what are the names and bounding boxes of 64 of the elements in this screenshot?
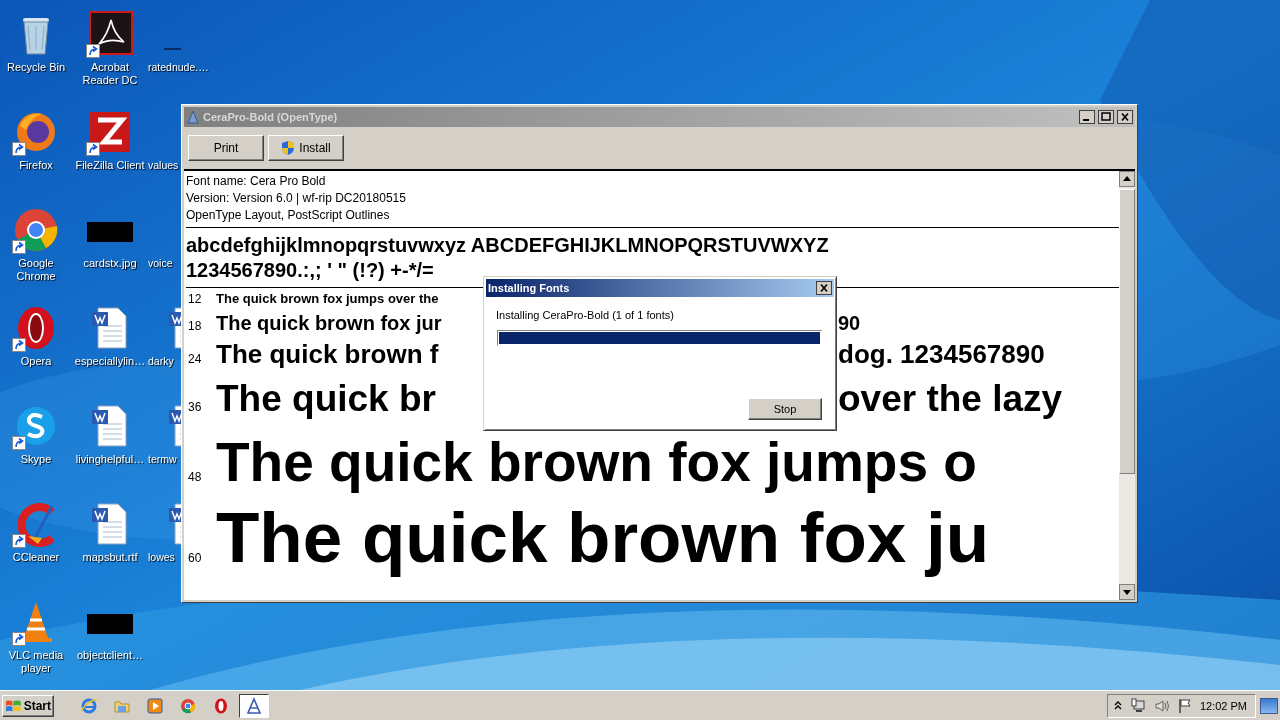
stop-button[interactable]: Stop [748, 398, 822, 420]
point-size: 12 [187, 291, 203, 308]
sample-text: The quick br [216, 378, 436, 419]
sample-text: The quick brown fox jumps over the [216, 290, 439, 308]
icon-label[interactable]: FileZilla Client [75, 159, 145, 172]
scrollbar-thumb[interactable] [1119, 189, 1135, 474]
icon-label[interactable]: termw [148, 453, 177, 466]
font-info: Font name: Cera Pro Bold Version: Version 6.0 | wf-rip DC20180515 OpenType Layout, PostScript Outlines [186, 171, 1119, 228]
sample-text: over the lazy [838, 377, 1063, 421]
sample-text: The quick brown fox ju [216, 498, 990, 578]
flag-icon[interactable] [1177, 697, 1192, 714]
dialog-title: Installing Fonts [488, 282, 571, 294]
icon-label[interactable]: voice [148, 257, 173, 270]
icon-label[interactable]: Recycle Bin [6, 61, 66, 74]
icon-label[interactable]: livinghelpful… [75, 453, 145, 466]
sample-text: The quick brown f [216, 339, 439, 369]
point-size: 60 [187, 550, 203, 567]
sample-text: dog. 1234567890 [838, 338, 1045, 371]
install-button[interactable]: Install [268, 135, 344, 161]
icon-label[interactable]: darky [148, 355, 174, 368]
pdf-icon[interactable] [86, 10, 134, 58]
shield-icon [281, 140, 296, 156]
network-icon[interactable] [1129, 697, 1146, 714]
close-button[interactable] [816, 281, 832, 295]
minimize-button[interactable] [1079, 110, 1095, 124]
character-set-line: abcdefghijklmnopqrstuvwxyz ABCDEFGHIJKLMNOPQRSTUVWXYZ [186, 233, 830, 258]
point-size: 48 [187, 469, 203, 486]
maximize-button[interactable] [1098, 110, 1114, 124]
sample-text: 90 [838, 311, 861, 336]
icon-label[interactable]: Skype [20, 453, 52, 466]
sample-text: The quick brown fox jumps o [216, 430, 977, 495]
point-size: 18 [187, 318, 203, 335]
close-button[interactable] [1117, 110, 1133, 124]
clock[interactable]: 12:02 PM [1199, 699, 1247, 712]
chevron-up-icon[interactable] [1113, 700, 1122, 711]
point-size: 24 [187, 351, 203, 368]
start-button[interactable]: Start [2, 694, 54, 717]
status-message: Installing CeraPro-Bold (1 of 1 fonts) [496, 309, 675, 321]
icon-label[interactable]: ratednude.… [148, 61, 209, 74]
icon-label[interactable]: Firefox [19, 159, 53, 172]
taskbar-fontviewer-icon[interactable] [239, 693, 269, 718]
scroll-down-icon[interactable] [1119, 584, 1135, 600]
icon-label[interactable]: VLC media player [0, 649, 72, 675]
icon-label[interactable]: objectclient… [76, 649, 143, 662]
icon-label[interactable]: lowes [148, 551, 175, 564]
icon-label[interactable]: especiallylin… [74, 355, 146, 368]
speaker-icon[interactable] [1153, 697, 1170, 714]
icon-label[interactable]: values [148, 159, 179, 172]
print-button[interactable]: Print [188, 135, 264, 161]
icon-label[interactable]: mapsbut.rtf [82, 551, 138, 564]
icon-label[interactable]: Acrobat Reader DC [74, 61, 146, 87]
point-size: 36 [187, 399, 203, 416]
icon-label[interactable]: Opera [20, 355, 52, 368]
scroll-up-icon[interactable] [1119, 171, 1135, 187]
windows-logo-icon [5, 697, 22, 714]
window-title: CeraPro-Bold (OpenType) [203, 111, 339, 123]
icon-label[interactable]: Google Chrome [0, 257, 72, 283]
show-desktop-button[interactable] [1260, 697, 1278, 714]
icon-label[interactable]: cardstx.jpg [83, 257, 137, 270]
font-app-icon [186, 110, 200, 124]
sample-text: The quick brown fox jur [216, 312, 442, 334]
character-set-line: 1234567890.:,; ' " (!?) +-*/= [186, 258, 435, 283]
chrome-icon[interactable] [12, 206, 60, 254]
icon-label[interactable]: CCleaner [12, 551, 60, 564]
